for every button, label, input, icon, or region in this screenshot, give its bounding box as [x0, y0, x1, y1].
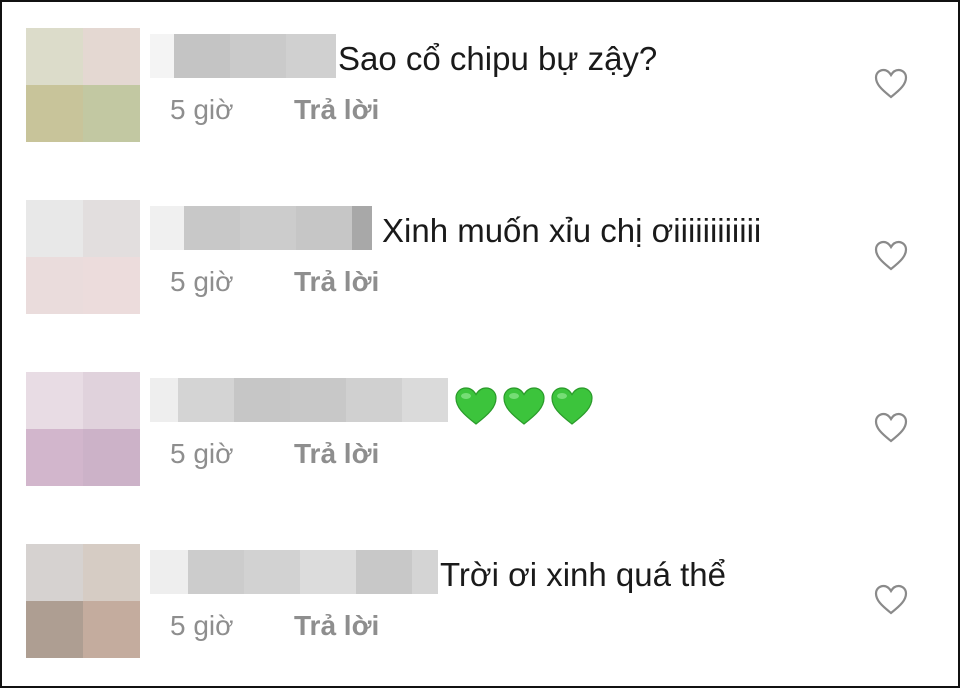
comment-item: Xinh muốn xỉu chị ơiiiiiiiiiiii 5 giờ Trả… — [2, 174, 958, 346]
green-heart-emoji — [455, 387, 497, 425]
avatar[interactable] — [26, 28, 140, 142]
comment-text: Trời ơi xinh quá thể — [440, 556, 727, 593]
comment-time: 5 giờ — [170, 610, 234, 641]
username-blurred[interactable] — [150, 550, 438, 594]
comments-panel: Sao cổ chipu bự zậy? 5 giờ Trả lời Xinh m… — [0, 0, 960, 688]
comment-meta: 5 giờ Trả lời — [170, 266, 379, 298]
comment-item: Trời ơi xinh quá thể 5 giờ Trả lời — [2, 518, 958, 690]
comment-time: 5 giờ — [170, 438, 234, 469]
avatar[interactable] — [26, 544, 140, 658]
username-blurred[interactable] — [150, 206, 372, 250]
reply-button[interactable]: Trả lời — [294, 266, 379, 297]
heart-outline-icon[interactable] — [874, 584, 908, 616]
emoji-row — [454, 386, 594, 426]
avatar[interactable] — [26, 200, 140, 314]
comment-meta: 5 giờ Trả lời — [170, 438, 379, 470]
comment-time: 5 giờ — [170, 94, 234, 125]
avatar[interactable] — [26, 372, 140, 486]
comment-text: Xinh muốn xỉu chị ơiiiiiiiiiiii — [382, 212, 762, 249]
green-heart-emoji — [551, 387, 593, 425]
comment-item: 5 giờ Trả lời — [2, 346, 958, 518]
username-blurred[interactable] — [150, 34, 336, 78]
heart-outline-icon[interactable] — [874, 412, 908, 444]
username-blurred[interactable] — [150, 378, 448, 422]
heart-outline-icon[interactable] — [874, 240, 908, 272]
heart-outline-icon[interactable] — [874, 68, 908, 100]
reply-button[interactable]: Trả lời — [294, 94, 379, 125]
comment-meta: 5 giờ Trả lời — [170, 94, 379, 126]
reply-button[interactable]: Trả lời — [294, 438, 379, 469]
comment-text: Sao cổ chipu bự zậy? — [338, 40, 658, 77]
reply-button[interactable]: Trả lời — [294, 610, 379, 641]
comment-item: Sao cổ chipu bự zậy? 5 giờ Trả lời — [2, 2, 958, 174]
comment-meta: 5 giờ Trả lời — [170, 610, 379, 642]
green-heart-emoji — [503, 387, 545, 425]
comment-time: 5 giờ — [170, 266, 234, 297]
